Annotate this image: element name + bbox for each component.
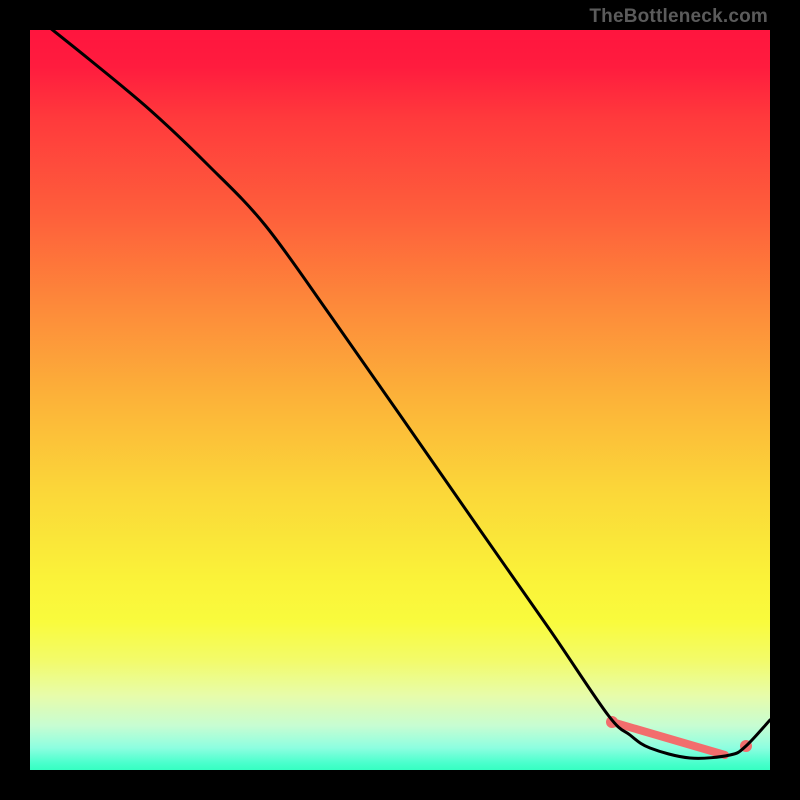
highlight-segment	[612, 722, 725, 755]
chart-frame: TheBottleneck.com	[0, 0, 800, 800]
plot-area	[30, 30, 770, 770]
main-curve	[30, 12, 770, 758]
attribution-text: TheBottleneck.com	[589, 6, 768, 28]
highlight-markers	[606, 716, 752, 755]
chart-overlay	[30, 30, 770, 770]
